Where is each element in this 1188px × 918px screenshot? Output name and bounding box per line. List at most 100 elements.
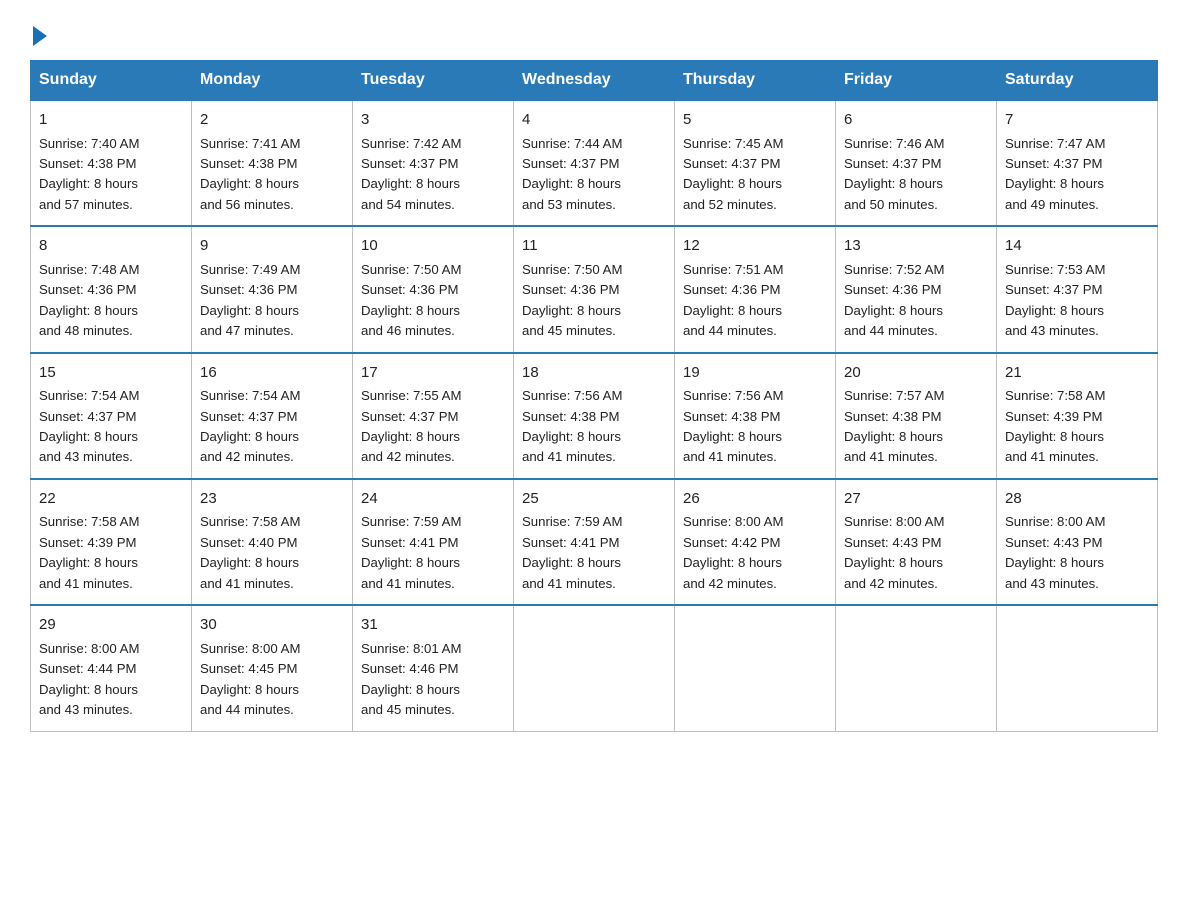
day-number: 30 <box>200 614 344 637</box>
logo <box>30 24 47 40</box>
day-number: 14 <box>1005 235 1149 258</box>
day-header-tuesday: Tuesday <box>353 61 514 101</box>
calendar-table: SundayMondayTuesdayWednesdayThursdayFrid… <box>30 60 1158 732</box>
page-header <box>30 24 1158 40</box>
calendar-cell: 14Sunrise: 7:53 AMSunset: 4:37 PMDayligh… <box>997 226 1158 352</box>
day-header-saturday: Saturday <box>997 61 1158 101</box>
calendar-cell: 25Sunrise: 7:59 AMSunset: 4:41 PMDayligh… <box>514 479 675 605</box>
calendar-cell: 11Sunrise: 7:50 AMSunset: 4:36 PMDayligh… <box>514 226 675 352</box>
day-info: Sunrise: 8:01 AMSunset: 4:46 PMDaylight:… <box>361 639 505 721</box>
calendar-week-row: 1Sunrise: 7:40 AMSunset: 4:38 PMDaylight… <box>31 100 1158 226</box>
day-number: 19 <box>683 362 827 385</box>
day-header-monday: Monday <box>192 61 353 101</box>
day-number: 6 <box>844 109 988 132</box>
calendar-cell: 9Sunrise: 7:49 AMSunset: 4:36 PMDaylight… <box>192 226 353 352</box>
calendar-cell: 26Sunrise: 8:00 AMSunset: 4:42 PMDayligh… <box>675 479 836 605</box>
day-header-friday: Friday <box>836 61 997 101</box>
day-info: Sunrise: 7:49 AMSunset: 4:36 PMDaylight:… <box>200 260 344 342</box>
day-number: 5 <box>683 109 827 132</box>
day-number: 23 <box>200 488 344 511</box>
day-number: 12 <box>683 235 827 258</box>
day-info: Sunrise: 7:48 AMSunset: 4:36 PMDaylight:… <box>39 260 183 342</box>
calendar-cell: 17Sunrise: 7:55 AMSunset: 4:37 PMDayligh… <box>353 353 514 479</box>
calendar-cell: 13Sunrise: 7:52 AMSunset: 4:36 PMDayligh… <box>836 226 997 352</box>
calendar-cell: 12Sunrise: 7:51 AMSunset: 4:36 PMDayligh… <box>675 226 836 352</box>
calendar-cell: 27Sunrise: 8:00 AMSunset: 4:43 PMDayligh… <box>836 479 997 605</box>
day-number: 1 <box>39 109 183 132</box>
day-info: Sunrise: 7:42 AMSunset: 4:37 PMDaylight:… <box>361 134 505 216</box>
calendar-cell <box>514 605 675 731</box>
calendar-cell: 2Sunrise: 7:41 AMSunset: 4:38 PMDaylight… <box>192 100 353 226</box>
day-number: 7 <box>1005 109 1149 132</box>
day-info: Sunrise: 7:57 AMSunset: 4:38 PMDaylight:… <box>844 386 988 468</box>
day-info: Sunrise: 7:53 AMSunset: 4:37 PMDaylight:… <box>1005 260 1149 342</box>
calendar-cell: 1Sunrise: 7:40 AMSunset: 4:38 PMDaylight… <box>31 100 192 226</box>
day-number: 15 <box>39 362 183 385</box>
calendar-week-row: 8Sunrise: 7:48 AMSunset: 4:36 PMDaylight… <box>31 226 1158 352</box>
day-number: 11 <box>522 235 666 258</box>
day-number: 8 <box>39 235 183 258</box>
calendar-cell: 16Sunrise: 7:54 AMSunset: 4:37 PMDayligh… <box>192 353 353 479</box>
calendar-cell: 20Sunrise: 7:57 AMSunset: 4:38 PMDayligh… <box>836 353 997 479</box>
day-info: Sunrise: 7:54 AMSunset: 4:37 PMDaylight:… <box>39 386 183 468</box>
day-number: 27 <box>844 488 988 511</box>
day-info: Sunrise: 8:00 AMSunset: 4:42 PMDaylight:… <box>683 512 827 594</box>
day-info: Sunrise: 7:52 AMSunset: 4:36 PMDaylight:… <box>844 260 988 342</box>
calendar-cell: 15Sunrise: 7:54 AMSunset: 4:37 PMDayligh… <box>31 353 192 479</box>
day-info: Sunrise: 7:55 AMSunset: 4:37 PMDaylight:… <box>361 386 505 468</box>
calendar-cell: 10Sunrise: 7:50 AMSunset: 4:36 PMDayligh… <box>353 226 514 352</box>
day-header-sunday: Sunday <box>31 61 192 101</box>
logo-arrow-icon <box>33 26 47 46</box>
day-info: Sunrise: 7:47 AMSunset: 4:37 PMDaylight:… <box>1005 134 1149 216</box>
day-number: 20 <box>844 362 988 385</box>
calendar-cell: 18Sunrise: 7:56 AMSunset: 4:38 PMDayligh… <box>514 353 675 479</box>
calendar-cell: 19Sunrise: 7:56 AMSunset: 4:38 PMDayligh… <box>675 353 836 479</box>
calendar-cell <box>675 605 836 731</box>
calendar-cell: 23Sunrise: 7:58 AMSunset: 4:40 PMDayligh… <box>192 479 353 605</box>
calendar-cell: 5Sunrise: 7:45 AMSunset: 4:37 PMDaylight… <box>675 100 836 226</box>
day-number: 29 <box>39 614 183 637</box>
day-number: 16 <box>200 362 344 385</box>
day-info: Sunrise: 7:58 AMSunset: 4:39 PMDaylight:… <box>1005 386 1149 468</box>
day-number: 21 <box>1005 362 1149 385</box>
day-number: 26 <box>683 488 827 511</box>
calendar-cell: 31Sunrise: 8:01 AMSunset: 4:46 PMDayligh… <box>353 605 514 731</box>
day-number: 13 <box>844 235 988 258</box>
day-number: 10 <box>361 235 505 258</box>
day-header-thursday: Thursday <box>675 61 836 101</box>
day-number: 2 <box>200 109 344 132</box>
day-number: 24 <box>361 488 505 511</box>
day-number: 22 <box>39 488 183 511</box>
calendar-cell: 24Sunrise: 7:59 AMSunset: 4:41 PMDayligh… <box>353 479 514 605</box>
day-number: 17 <box>361 362 505 385</box>
day-number: 3 <box>361 109 505 132</box>
calendar-cell: 6Sunrise: 7:46 AMSunset: 4:37 PMDaylight… <box>836 100 997 226</box>
calendar-cell: 30Sunrise: 8:00 AMSunset: 4:45 PMDayligh… <box>192 605 353 731</box>
day-info: Sunrise: 7:41 AMSunset: 4:38 PMDaylight:… <box>200 134 344 216</box>
day-number: 9 <box>200 235 344 258</box>
day-info: Sunrise: 7:56 AMSunset: 4:38 PMDaylight:… <box>683 386 827 468</box>
calendar-cell: 8Sunrise: 7:48 AMSunset: 4:36 PMDaylight… <box>31 226 192 352</box>
day-info: Sunrise: 7:50 AMSunset: 4:36 PMDaylight:… <box>361 260 505 342</box>
day-info: Sunrise: 7:44 AMSunset: 4:37 PMDaylight:… <box>522 134 666 216</box>
day-info: Sunrise: 7:54 AMSunset: 4:37 PMDaylight:… <box>200 386 344 468</box>
day-info: Sunrise: 8:00 AMSunset: 4:45 PMDaylight:… <box>200 639 344 721</box>
calendar-cell: 4Sunrise: 7:44 AMSunset: 4:37 PMDaylight… <box>514 100 675 226</box>
calendar-week-row: 15Sunrise: 7:54 AMSunset: 4:37 PMDayligh… <box>31 353 1158 479</box>
day-header-wednesday: Wednesday <box>514 61 675 101</box>
day-info: Sunrise: 7:59 AMSunset: 4:41 PMDaylight:… <box>522 512 666 594</box>
day-info: Sunrise: 8:00 AMSunset: 4:43 PMDaylight:… <box>1005 512 1149 594</box>
calendar-cell: 22Sunrise: 7:58 AMSunset: 4:39 PMDayligh… <box>31 479 192 605</box>
day-info: Sunrise: 7:56 AMSunset: 4:38 PMDaylight:… <box>522 386 666 468</box>
day-info: Sunrise: 7:51 AMSunset: 4:36 PMDaylight:… <box>683 260 827 342</box>
calendar-week-row: 29Sunrise: 8:00 AMSunset: 4:44 PMDayligh… <box>31 605 1158 731</box>
calendar-week-row: 22Sunrise: 7:58 AMSunset: 4:39 PMDayligh… <box>31 479 1158 605</box>
day-number: 28 <box>1005 488 1149 511</box>
day-info: Sunrise: 7:59 AMSunset: 4:41 PMDaylight:… <box>361 512 505 594</box>
day-info: Sunrise: 7:58 AMSunset: 4:40 PMDaylight:… <box>200 512 344 594</box>
calendar-header-row: SundayMondayTuesdayWednesdayThursdayFrid… <box>31 61 1158 101</box>
day-info: Sunrise: 8:00 AMSunset: 4:44 PMDaylight:… <box>39 639 183 721</box>
calendar-cell: 7Sunrise: 7:47 AMSunset: 4:37 PMDaylight… <box>997 100 1158 226</box>
day-info: Sunrise: 7:58 AMSunset: 4:39 PMDaylight:… <box>39 512 183 594</box>
day-info: Sunrise: 7:46 AMSunset: 4:37 PMDaylight:… <box>844 134 988 216</box>
